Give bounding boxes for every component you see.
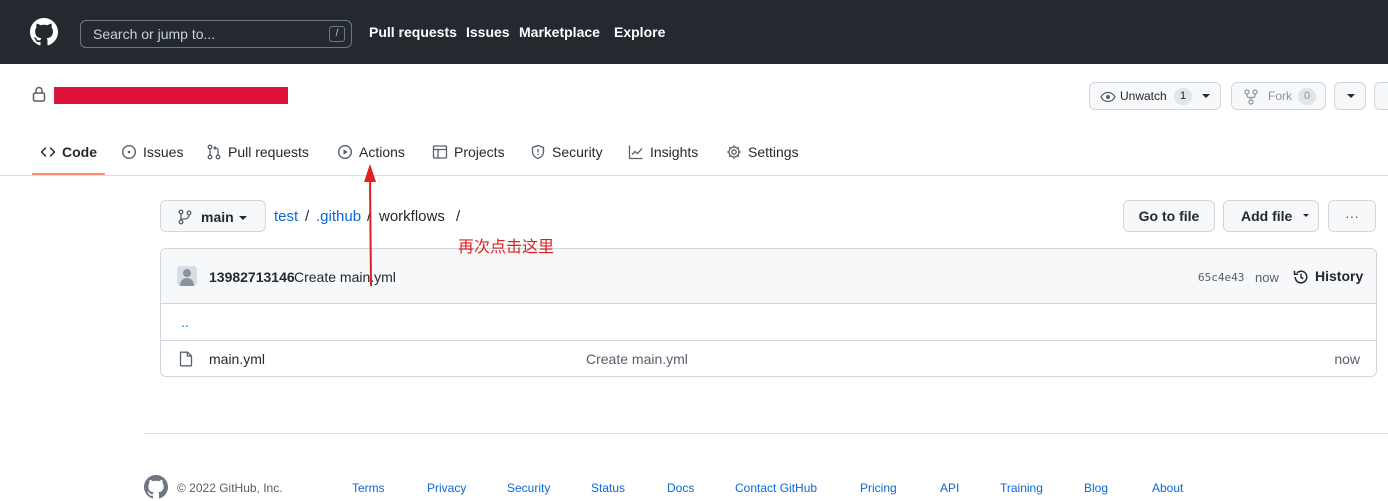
github-logo-icon[interactable] — [30, 18, 58, 46]
commit-message[interactable]: Create main.yml — [294, 269, 396, 285]
star-button[interactable] — [1374, 82, 1388, 110]
more-options-button[interactable]: ··· — [1328, 200, 1376, 232]
chevron-down-icon — [1202, 94, 1210, 98]
nav-issues[interactable]: Issues — [466, 24, 510, 40]
breadcrumb-separator: / — [456, 208, 461, 225]
code-icon — [40, 147, 56, 157]
tab-label: Issues — [143, 144, 184, 160]
chevron-down-icon — [1347, 94, 1355, 98]
issue-opened-icon — [121, 144, 137, 160]
commit-time: now — [1255, 270, 1279, 285]
footer-link-security[interactable]: Security — [507, 481, 550, 495]
shield-icon — [531, 144, 545, 160]
repo-tabs: Code Issues Pull requests Actions Projec… — [0, 128, 1388, 176]
footer-copyright: © 2022 GitHub, Inc. — [177, 481, 283, 495]
user-avatar-icon — [177, 266, 197, 286]
graph-icon — [628, 145, 643, 160]
footer-link-training[interactable]: Training — [1000, 481, 1043, 495]
nav-marketplace[interactable]: Marketplace — [519, 24, 600, 40]
redacted-repo-name — [54, 87, 288, 104]
footer-link-docs[interactable]: Docs — [667, 481, 694, 495]
search-input[interactable]: Search or jump to... / — [80, 20, 352, 48]
go-to-file-button[interactable]: Go to file — [1123, 200, 1215, 232]
chevron-down-icon — [1303, 214, 1309, 217]
footer-link-pricing[interactable]: Pricing — [860, 481, 897, 495]
table-icon — [432, 145, 448, 159]
footer-link-api[interactable]: API — [940, 481, 959, 495]
footer-link-about[interactable]: About — [1152, 481, 1183, 495]
repo-forked-icon — [1244, 89, 1258, 105]
breadcrumb-github[interactable]: .github — [316, 208, 361, 225]
fork-dropdown-button[interactable] — [1334, 82, 1366, 110]
parent-directory-row: .. — [161, 304, 1376, 341]
lock-icon — [32, 86, 46, 102]
git-pull-request-icon — [207, 144, 221, 160]
unwatch-label: Unwatch — [1120, 89, 1167, 103]
footer-link-terms[interactable]: Terms — [352, 481, 385, 495]
tab-label: Security — [552, 144, 603, 160]
branch-name: main — [201, 209, 234, 225]
footer-link-blog[interactable]: Blog — [1084, 481, 1108, 495]
tab-label: Insights — [650, 144, 699, 160]
parent-directory-link[interactable]: .. — [181, 314, 189, 330]
table-row: main.yml Create main.yml now — [161, 341, 1376, 376]
branch-select-button[interactable]: main — [160, 200, 266, 232]
selected-tab-indicator — [32, 173, 105, 175]
commit-sha[interactable]: 65c4e43 — [1198, 271, 1244, 284]
file-list-box: 13982713146 Create main.yml 65c4e43 now … — [160, 248, 1377, 377]
add-file-label: Add file — [1241, 208, 1293, 224]
annotation-text: 再次点击这里 — [458, 237, 555, 256]
history-icon — [1293, 270, 1308, 284]
unwatch-button[interactable]: Unwatch 1 — [1089, 82, 1221, 110]
breadcrumb-test[interactable]: test — [274, 208, 298, 225]
tab-label: Code — [62, 144, 97, 160]
avatar[interactable] — [177, 266, 197, 286]
fork-button[interactable]: Fork 0 — [1231, 82, 1326, 110]
file-age: now — [1334, 351, 1360, 367]
breadcrumb-current-workflows: workflows — [379, 208, 445, 225]
file-name-link[interactable]: main.yml — [209, 351, 265, 367]
file-icon — [179, 351, 193, 367]
tab-label: Pull requests — [228, 144, 309, 160]
breadcrumb-separator: / — [367, 208, 372, 225]
github-logo-icon[interactable] — [144, 475, 168, 499]
nav-explore[interactable]: Explore — [614, 24, 665, 40]
global-header: Search or jump to... / Pull requests Iss… — [0, 0, 1388, 64]
chevron-down-icon — [239, 216, 247, 220]
latest-commit-row: 13982713146 Create main.yml 65c4e43 now … — [161, 249, 1376, 304]
footer-divider — [144, 433, 1388, 434]
breadcrumb-separator: / — [305, 208, 310, 225]
play-icon — [337, 144, 353, 160]
footer-link-status[interactable]: Status — [591, 481, 625, 495]
nav-pull-requests[interactable]: Pull requests — [369, 24, 457, 40]
tab-label: Projects — [454, 144, 505, 160]
tab-label: Actions — [359, 144, 405, 160]
search-placeholder: Search or jump to... — [93, 26, 216, 42]
file-commit-message[interactable]: Create main.yml — [586, 351, 688, 367]
commit-author[interactable]: 13982713146 — [209, 269, 295, 285]
footer-link-privacy[interactable]: Privacy — [427, 481, 466, 495]
git-branch-icon — [178, 209, 192, 225]
slash-shortcut-badge: / — [329, 26, 345, 42]
gear-icon — [727, 145, 741, 159]
fork-count: 0 — [1298, 88, 1317, 105]
watch-count: 1 — [1174, 88, 1193, 105]
history-label: History — [1315, 268, 1364, 284]
tab-label: Settings — [748, 144, 799, 160]
add-file-button[interactable]: Add file — [1223, 200, 1319, 232]
fork-label: Fork — [1268, 89, 1292, 103]
eye-icon — [1100, 91, 1116, 103]
footer-link-contact-github[interactable]: Contact GitHub — [735, 481, 817, 495]
